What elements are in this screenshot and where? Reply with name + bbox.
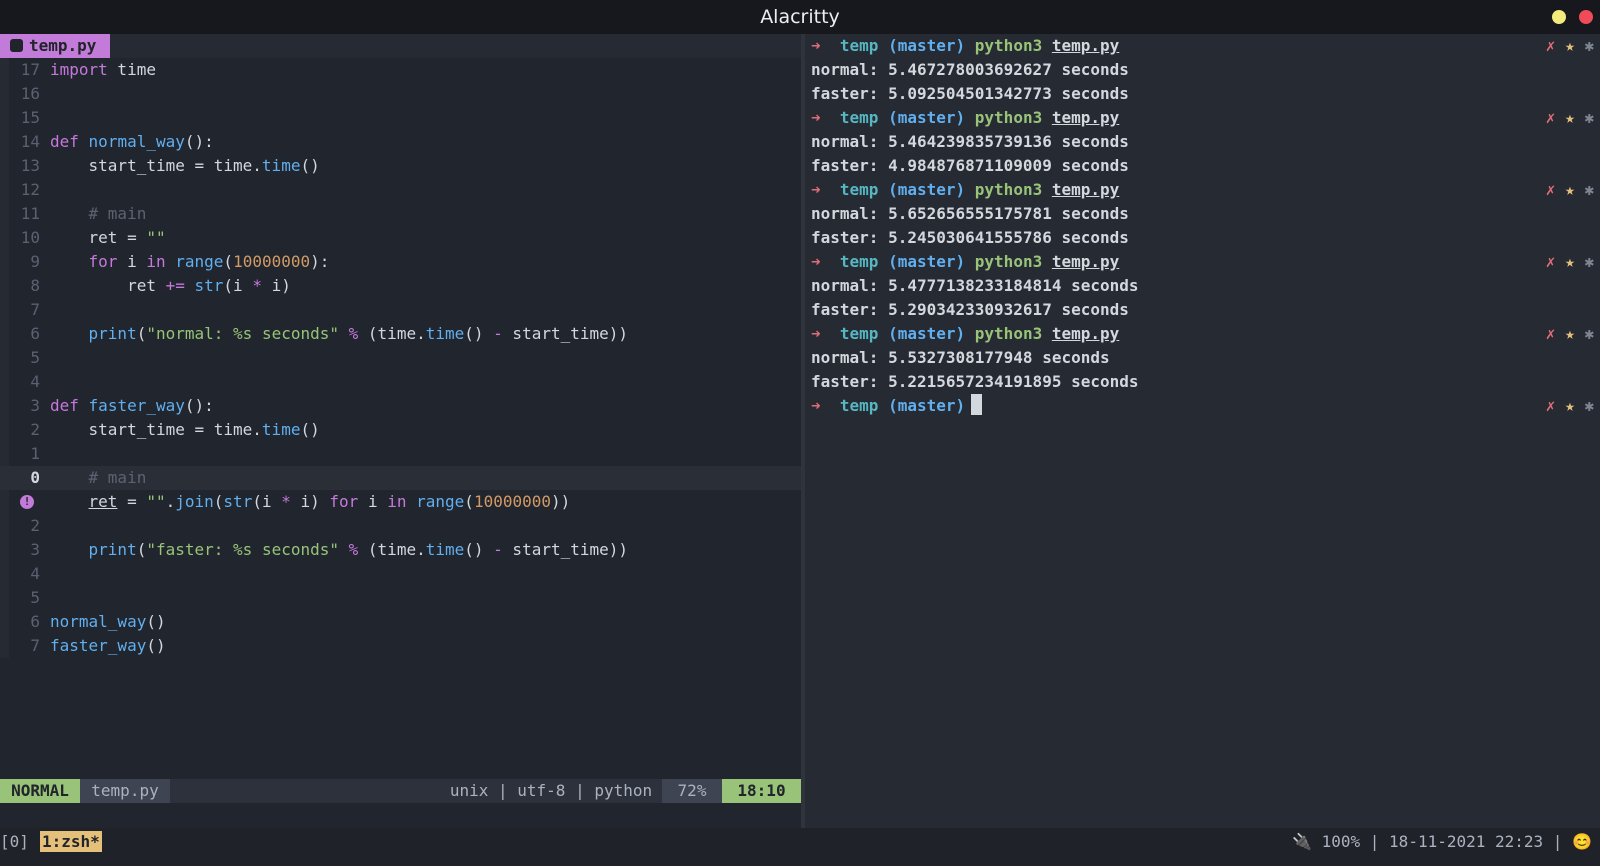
line-number: 1 xyxy=(30,444,40,463)
line-number: 3 xyxy=(30,540,40,559)
right-prompt: ✗ ★ ✱ xyxy=(1545,252,1594,271)
code-line: 3 def faster_way(): xyxy=(0,394,801,418)
right-prompt: ✗ ★ ✱ xyxy=(1545,396,1594,415)
line-number: 10 xyxy=(20,228,40,247)
code-line: 1 xyxy=(0,442,801,466)
status-position: 18:10 xyxy=(722,779,801,803)
code-line: 14 def normal_way(): xyxy=(0,130,801,154)
tabline: temp.py xyxy=(0,34,801,58)
right-prompt: ✗ ★ ✱ xyxy=(1545,108,1594,127)
line-number: 7 xyxy=(30,636,40,655)
status-fileinfo: unix | utf-8 | python xyxy=(449,781,653,800)
line-number: 13 xyxy=(20,156,40,175)
output-line: faster: 5.2215657234191895 seconds xyxy=(811,372,1139,391)
code-line: 7 xyxy=(0,298,801,322)
code-line: 3 print("faster: %s seconds" % (time.tim… xyxy=(0,538,801,562)
line-number: 16 xyxy=(20,84,40,103)
code-line: 4 xyxy=(0,370,801,394)
line-number: 8 xyxy=(30,276,40,295)
code-line: 16 xyxy=(0,82,801,106)
tmux-session[interactable]: [0] xyxy=(0,828,29,855)
bottom-padding xyxy=(0,855,1600,866)
code-line: 8 ret += str(i * i) xyxy=(0,274,801,298)
code-line: 5 xyxy=(0,346,801,370)
title-bar: Alacritty xyxy=(0,0,1600,34)
code-line: ! ret = "".join(str(i * i) for i in rang… xyxy=(0,490,801,514)
line-number: 6 xyxy=(30,612,40,631)
code-line: 7 faster_way() xyxy=(0,634,801,658)
code-line: 9 for i in range(10000000): xyxy=(0,250,801,274)
status-filename: temp.py xyxy=(80,779,170,803)
window-title: Alacritty xyxy=(760,6,840,28)
line-number: 7 xyxy=(30,300,40,319)
line-number: 4 xyxy=(30,564,40,583)
code-line: 15 xyxy=(0,106,801,130)
code-line: 5 xyxy=(0,586,801,610)
line-number: 12 xyxy=(20,180,40,199)
current-line: 0 # main xyxy=(0,466,801,490)
right-prompt: ✗ ★ ✱ xyxy=(1545,324,1594,343)
diagnostic-icon[interactable]: ! xyxy=(20,495,34,509)
right-prompt: ✗ ★ ✱ xyxy=(1545,36,1594,55)
code-line: 4 xyxy=(0,562,801,586)
active-prompt-line[interactable]: ➜ temp (master) xyxy=(811,394,983,418)
line-number: 15 xyxy=(20,108,40,127)
tab-label: temp.py xyxy=(29,36,97,55)
code-line: 11 # main xyxy=(0,202,801,226)
code-line: 10 ret = "" xyxy=(0,226,801,250)
code-line: 6 normal_way() xyxy=(0,610,801,634)
prompt-line: ➜ temp (master) python3 temp.py xyxy=(811,324,1120,343)
line-number: 6 xyxy=(30,324,40,343)
line-number: 5 xyxy=(30,588,40,607)
prompt-line: ➜ temp (master) python3 temp.py xyxy=(811,252,1120,271)
output-line: normal: 5.467278003692627 seconds xyxy=(811,60,1129,79)
terminal-pane[interactable]: ➜ temp (master) python3 temp.py ✗ ★ ✱ no… xyxy=(805,34,1600,828)
terminal-cursor xyxy=(971,394,983,415)
code-line: 2 start_time = time.time() xyxy=(0,418,801,442)
line-number: 9 xyxy=(30,252,40,271)
output-line: faster: 5.092504501342773 seconds xyxy=(811,84,1129,103)
mode-indicator: NORMAL xyxy=(0,779,80,803)
python-icon xyxy=(10,39,23,52)
line-number: 14 xyxy=(20,132,40,151)
output-line: normal: 5.464239835739136 seconds xyxy=(811,132,1129,151)
line-number: 11 xyxy=(20,204,40,223)
output-line: normal: 5.4777138233184814 seconds xyxy=(811,276,1139,295)
output-line: faster: 5.245030641555786 seconds xyxy=(811,228,1129,247)
status-line: NORMAL temp.py unix | utf-8 | python 72%… xyxy=(0,779,801,803)
prompt-line: ➜ temp (master) python3 temp.py xyxy=(811,180,1120,199)
output-line: faster: 4.984876871109009 seconds xyxy=(811,156,1129,175)
line-number: 3 xyxy=(30,396,40,415)
code-line: 12 xyxy=(0,178,801,202)
output-line: normal: 5.5327308177948 seconds xyxy=(811,348,1110,367)
line-number: 2 xyxy=(30,516,40,535)
code-line: 17 import time xyxy=(0,58,801,82)
right-prompt: ✗ ★ ✱ xyxy=(1545,180,1594,199)
line-number: 0 xyxy=(30,468,40,487)
code-area[interactable]: 17 import time 16 15 14 def normal_way(): … xyxy=(0,58,801,658)
line-number: 4 xyxy=(30,372,40,391)
prompt-line: ➜ temp (master) python3 temp.py xyxy=(811,108,1120,127)
status-percent: 72% xyxy=(662,779,722,803)
line-number: 5 xyxy=(30,348,40,367)
tab-temp-py[interactable]: temp.py xyxy=(0,34,110,58)
line-number: 2 xyxy=(30,420,40,439)
code-line: 2 xyxy=(0,514,801,538)
code-line: 6 print("normal: %s seconds" % (time.tim… xyxy=(0,322,801,346)
tmux-window-tab[interactable]: 1:zsh* xyxy=(40,831,102,852)
output-line: normal: 5.652656555175781 seconds xyxy=(811,204,1129,223)
close-button[interactable] xyxy=(1579,10,1593,24)
editor-pane[interactable]: temp.py 17 import time 16 15 14 def normal… xyxy=(0,34,801,828)
minimize-button[interactable] xyxy=(1552,10,1566,24)
tmux-status-bar: [0] 1:zsh* 🔌 100% | 18-11-2021 22:23 | 😊 xyxy=(0,828,1600,855)
prompt-line: ➜ temp (master) python3 temp.py xyxy=(811,36,1120,55)
tmux-status-right: 🔌 100% | 18-11-2021 22:23 | 😊 xyxy=(1292,832,1592,851)
output-line: faster: 5.290342330932617 seconds xyxy=(811,300,1129,319)
code-line: 13 start_time = time.time() xyxy=(0,154,801,178)
line-number: 17 xyxy=(20,60,40,79)
